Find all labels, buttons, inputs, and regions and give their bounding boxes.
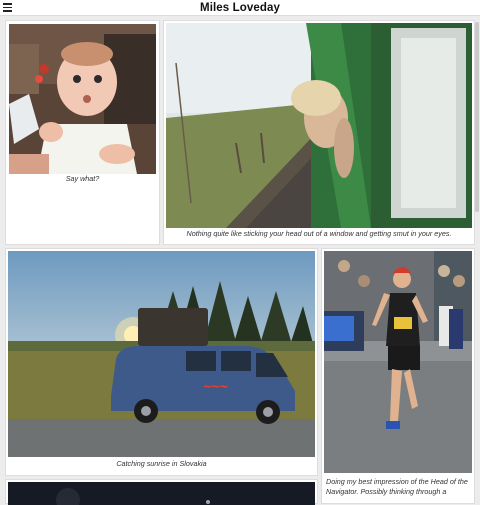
photo-train-window[interactable] [166,23,472,228]
gallery-card[interactable]: Nothing quite like sticking your head ou… [163,20,475,245]
photo-van-sunrise[interactable]: ~~~ [8,251,315,457]
caption: Say what? [65,174,100,183]
top-bar: Miles Loveday [0,0,480,16]
svg-text:~~~: ~~~ [203,378,228,394]
gallery-card[interactable] [5,479,318,505]
caption: Nothing quite like sticking your head ou… [186,229,452,238]
photo-night[interactable] [8,482,315,505]
caption: Doing my best impression of the Head of … [326,477,468,496]
gallery-card[interactable]: ~~~ Catching sunrise in Slovakia [5,248,318,476]
scrollbar[interactable] [475,22,479,212]
photo-runner[interactable] [324,251,472,473]
photo-baby[interactable] [9,24,156,174]
gallery-card[interactable]: Say what? [5,20,160,245]
gallery-card[interactable]: Doing my best impression of the Head of … [321,248,475,504]
site-title[interactable]: Miles Loveday [0,1,480,15]
caption: Catching sunrise in Slovakia [116,459,207,468]
